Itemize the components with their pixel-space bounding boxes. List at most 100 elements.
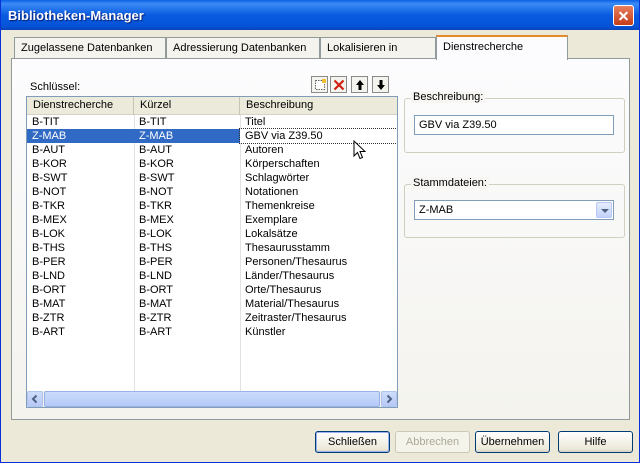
- cell-dienstrecherche: B-AUT: [32, 144, 65, 156]
- tab-dienstrecherche[interactable]: Dienstrecherche: [436, 35, 568, 60]
- move-down-icon: [377, 80, 385, 90]
- cell-dienstrecherche: B-PER: [32, 256, 66, 268]
- table-row[interactable]: B-TIT B-TIT Titel: [27, 115, 397, 129]
- cell-dienstrecherche: B-LND: [32, 270, 66, 282]
- cell-kuerzel: B-LOK: [139, 228, 173, 240]
- cell-beschreibung: Themenkreise: [245, 200, 315, 212]
- cancel-button-label: Abbrechen: [405, 436, 460, 448]
- table-row[interactable]: B-SWT B-SWT Schlagwörter: [27, 171, 397, 185]
- delete-icon: [333, 79, 345, 91]
- cell-dienstrecherche: B-ZTR: [32, 312, 65, 324]
- list-header: Dienstrecherche Kürzel Beschreibung: [27, 97, 397, 115]
- cell-beschreibung: Exemplare: [245, 214, 298, 226]
- scrollbar-thumb[interactable]: [44, 391, 380, 407]
- apply-button[interactable]: Übernehmen: [475, 431, 550, 453]
- table-row[interactable]: B-THS B-THS Thesaurusstamm: [27, 241, 397, 255]
- cell-kuerzel: B-MEX: [139, 214, 174, 226]
- cell-kuerzel: B-TKR: [139, 200, 172, 212]
- move-down-button[interactable]: [372, 76, 389, 93]
- cell-beschreibung: GBV via Z39.50: [239, 128, 397, 144]
- cell-kuerzel: B-KOR: [139, 158, 174, 170]
- cell-dienstrecherche: Z-MAB: [32, 130, 67, 142]
- cell-kuerzel: B-MAT: [139, 298, 173, 310]
- chevron-left-icon: [31, 394, 38, 404]
- cell-dienstrecherche: B-MEX: [32, 214, 67, 226]
- cell-beschreibung: Thesaurusstamm: [245, 242, 330, 254]
- cell-beschreibung: Künstler: [245, 326, 286, 338]
- close-window-button[interactable]: [613, 5, 634, 26]
- help-button[interactable]: Hilfe: [558, 431, 633, 453]
- cell-beschreibung: Orte/Thesaurus: [245, 284, 322, 296]
- tab-lokalisieren-in[interactable]: Lokalisieren in: [320, 37, 436, 59]
- cancel-button[interactable]: Abbrechen: [395, 431, 470, 453]
- cell-dienstrecherche: B-TIT: [32, 116, 60, 128]
- new-entry-button[interactable]: [311, 76, 328, 93]
- description-field[interactable]: GBV via Z39.50: [414, 115, 614, 135]
- horizontal-scrollbar[interactable]: [27, 391, 397, 407]
- cell-dienstrecherche: B-TKR: [32, 200, 65, 212]
- tab-label: Zugelassene Datenbanken: [21, 42, 153, 54]
- master-files-combobox[interactable]: Z-MAB: [414, 200, 614, 220]
- keys-list[interactable]: Dienstrecherche Kürzel Beschreibung B-TI…: [26, 96, 398, 408]
- table-row[interactable]: B-NOT B-NOT Notationen: [27, 185, 397, 199]
- cell-dienstrecherche: B-THS: [32, 242, 65, 254]
- cell-beschreibung: Autoren: [245, 144, 284, 156]
- cell-beschreibung: Zeitraster/Thesaurus: [245, 312, 347, 324]
- cell-dienstrecherche: B-ART: [32, 326, 65, 338]
- cell-kuerzel: B-ART: [139, 326, 172, 338]
- window-title: Bibliotheken-Manager: [8, 8, 144, 23]
- cell-dienstrecherche: B-LOK: [32, 228, 66, 240]
- tab-adressierung-datenbanken[interactable]: Adressierung Datenbanken: [166, 37, 320, 59]
- delete-entry-button[interactable]: [330, 76, 347, 93]
- list-body: B-TIT B-TIT Titel Z-MAB Z-MAB GBV via Z39.50 B…: [27, 115, 397, 339]
- cell-beschreibung: Länder/Thesaurus: [245, 270, 335, 282]
- cell-kuerzel: B-ZTR: [139, 312, 172, 324]
- cell-kuerzel: B-THS: [139, 242, 172, 254]
- description-value: GBV via Z39.50: [419, 119, 497, 131]
- cell-beschreibung: Körperschaften: [245, 158, 320, 170]
- table-row[interactable]: Z-MAB Z-MAB GBV via Z39.50: [27, 128, 397, 144]
- column-header-label: Dienstrecherche: [33, 99, 114, 111]
- help-button-label: Hilfe: [584, 436, 607, 448]
- scroll-left-button[interactable]: [27, 391, 43, 407]
- cell-kuerzel: B-NOT: [139, 186, 174, 198]
- cell-kuerzel: B-LND: [139, 270, 173, 282]
- cell-beschreibung: Notationen: [245, 186, 299, 198]
- table-row[interactable]: B-ORT B-ORT Orte/Thesaurus: [27, 283, 397, 297]
- master-files-label: Stammdateien:: [411, 177, 489, 189]
- move-up-button[interactable]: [351, 76, 368, 93]
- app-window: Bibliotheken-Manager Zugelassene Datenba…: [0, 0, 640, 463]
- chevron-down-icon[interactable]: [596, 202, 612, 218]
- cell-beschreibung: Personen/Thesaurus: [245, 256, 348, 268]
- table-row[interactable]: B-KOR B-KOR Körperschaften: [27, 157, 397, 171]
- table-row[interactable]: B-AUT B-AUT Autoren: [27, 143, 397, 157]
- scroll-right-button[interactable]: [381, 391, 397, 407]
- tab-label: Dienstrecherche: [443, 41, 524, 53]
- description-label: Beschreibung:: [411, 91, 486, 103]
- table-row[interactable]: B-LOK B-LOK Lokalsätze: [27, 227, 397, 241]
- cell-kuerzel: B-ORT: [139, 284, 174, 296]
- title-bar[interactable]: Bibliotheken-Manager: [1, 0, 639, 30]
- table-row[interactable]: B-MEX B-MEX Exemplare: [27, 213, 397, 227]
- keys-label: Schlüssel:: [30, 81, 81, 93]
- move-up-icon: [356, 80, 364, 90]
- cell-beschreibung: Lokalsätze: [245, 228, 298, 240]
- table-row[interactable]: B-PER B-PER Personen/Thesaurus: [27, 255, 397, 269]
- cell-kuerzel: B-SWT: [139, 172, 175, 184]
- cell-dienstrecherche: B-NOT: [32, 186, 67, 198]
- column-header-dienstrecherche[interactable]: Dienstrecherche: [27, 97, 134, 115]
- cell-dienstrecherche: B-MAT: [32, 298, 66, 310]
- close-button[interactable]: Schließen: [315, 431, 390, 453]
- cell-beschreibung: Titel: [245, 116, 266, 128]
- table-row[interactable]: B-MAT B-MAT Material/Thesaurus: [27, 297, 397, 311]
- table-row[interactable]: B-TKR B-TKR Themenkreise: [27, 199, 397, 213]
- tab-zugelassene-datenbanken[interactable]: Zugelassene Datenbanken: [14, 37, 166, 59]
- table-row[interactable]: B-LND B-LND Länder/Thesaurus: [27, 269, 397, 283]
- column-header-kuerzel[interactable]: Kürzel: [134, 97, 240, 115]
- column-header-label: Kürzel: [140, 99, 172, 111]
- master-files-value: Z-MAB: [419, 204, 454, 216]
- chevron-right-icon: [386, 394, 393, 404]
- table-row[interactable]: B-ART B-ART Künstler: [27, 325, 397, 339]
- table-row[interactable]: B-ZTR B-ZTR Zeitraster/Thesaurus: [27, 311, 397, 325]
- column-header-beschreibung[interactable]: Beschreibung: [240, 97, 397, 115]
